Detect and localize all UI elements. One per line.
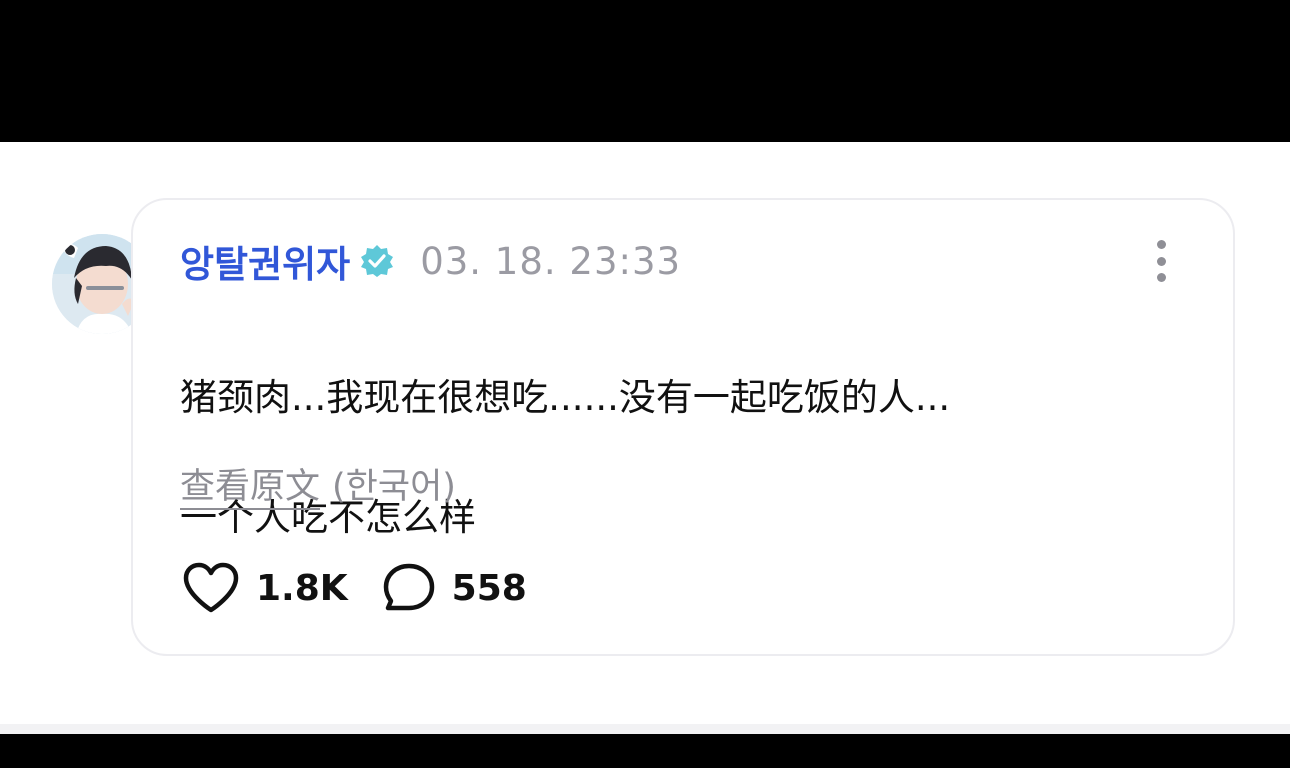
more-vertical-icon	[1156, 240, 1166, 249]
like-count: 1.8K	[256, 567, 348, 609]
original-language-label: (한국어)	[332, 467, 456, 507]
bottom-black-bar	[0, 734, 1290, 768]
comment-count: 558	[451, 567, 527, 609]
comment-button[interactable]: 558	[382, 562, 527, 614]
translation-row: 查看原文 (한국어)	[180, 458, 456, 509]
see-original-link[interactable]: 查看原文	[180, 458, 320, 509]
post-actions: 1.8K 558	[182, 560, 527, 616]
post-header: 앙탈권위자 03. 18. 23:33	[180, 234, 682, 288]
post-timestamp: 03. 18. 23:33	[420, 239, 682, 283]
comment-bubble-icon	[383, 563, 434, 611]
heart-icon	[183, 562, 239, 613]
author-name[interactable]: 앙탈권위자	[180, 234, 350, 288]
more-options-button[interactable]	[1146, 238, 1176, 284]
post-text-line: 猪颈肉...我现在很想吃......没有一起吃饭的人...	[180, 376, 951, 419]
verified-badge-icon	[360, 244, 394, 278]
like-button[interactable]: 1.8K	[182, 562, 348, 614]
top-black-bar	[0, 0, 1290, 142]
footer-divider	[0, 724, 1290, 734]
